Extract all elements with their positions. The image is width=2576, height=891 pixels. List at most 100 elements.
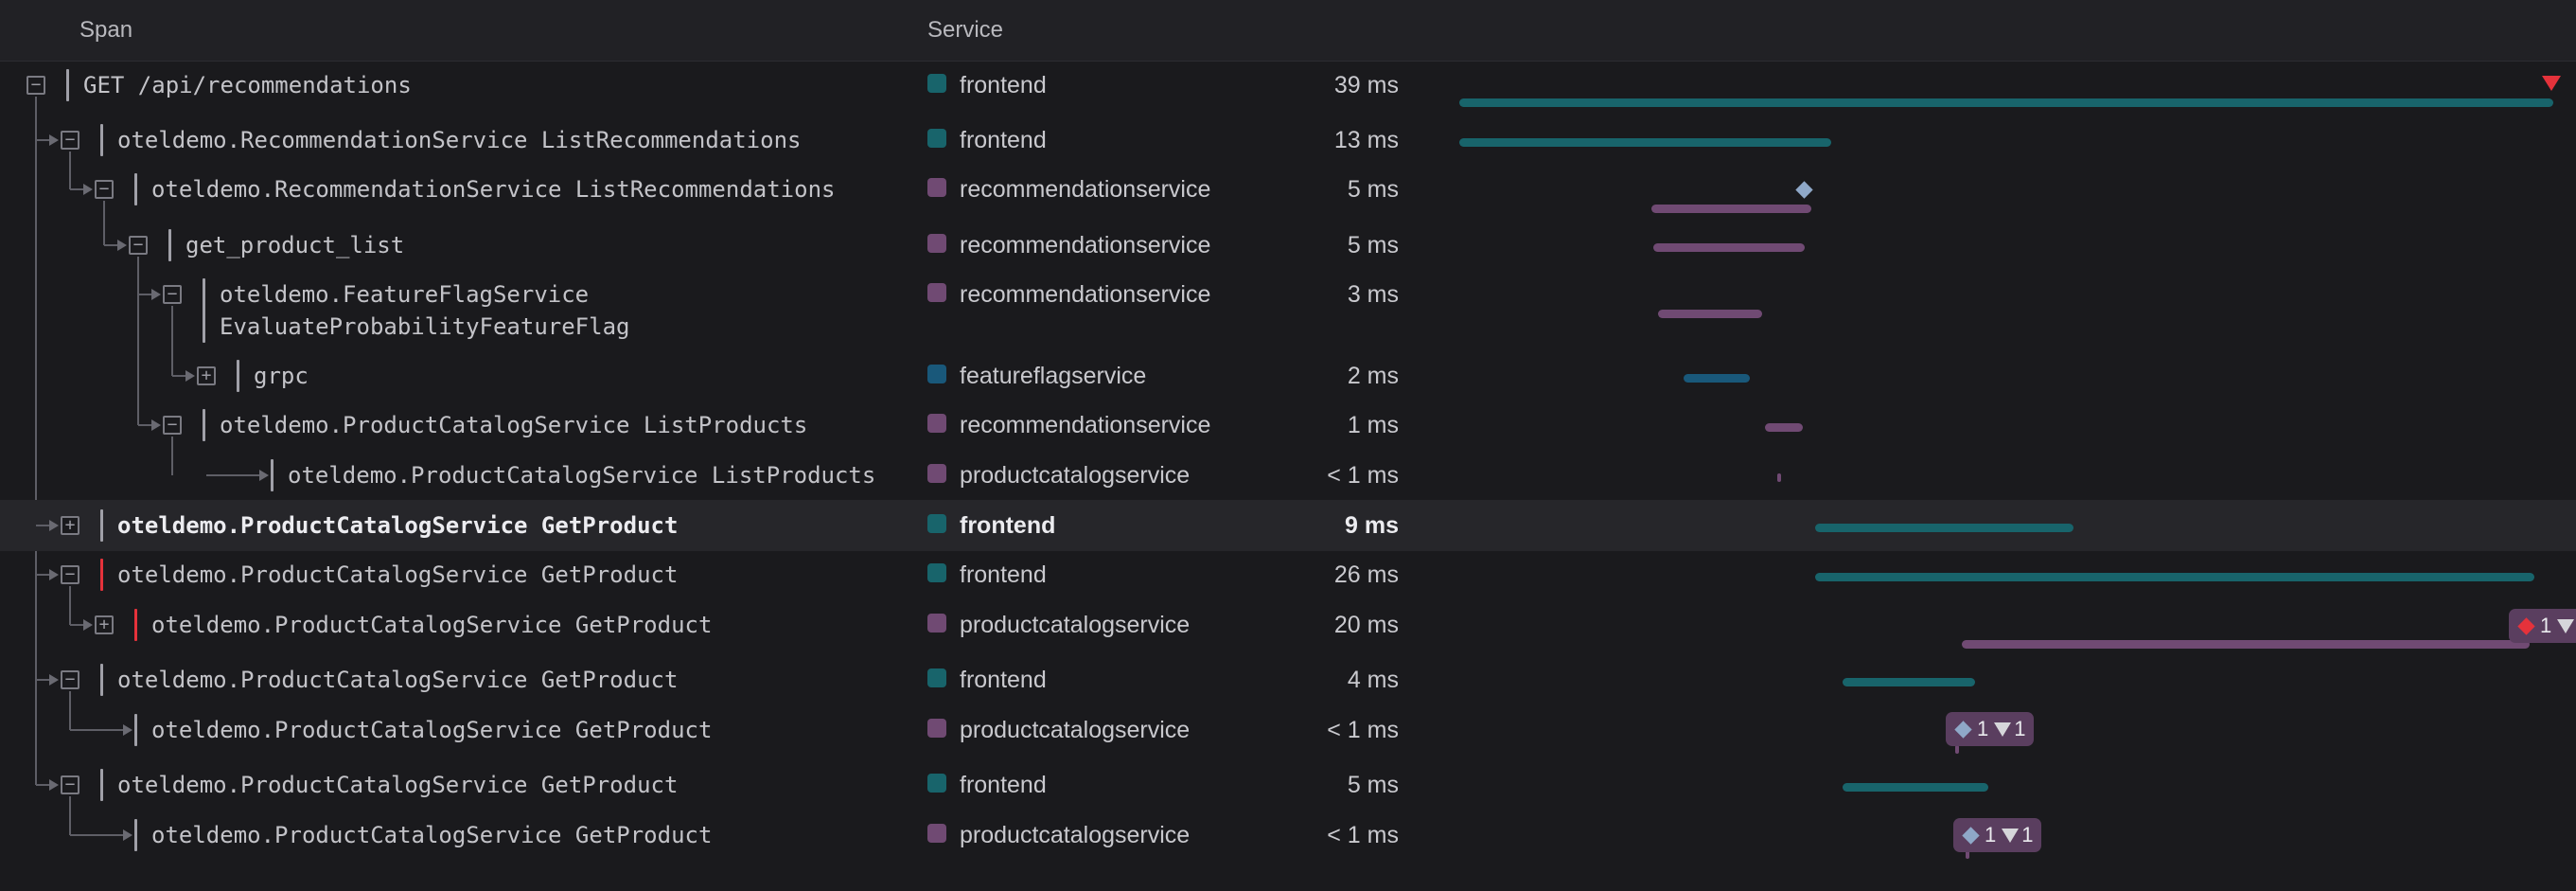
service-name: recommendationservice <box>960 281 1211 308</box>
span-name[interactable]: oteldemo.ProductCatalogService GetProduc… <box>117 664 678 696</box>
service-color-swatch <box>927 234 946 253</box>
span-indicator <box>134 714 137 746</box>
service-color-swatch <box>927 283 946 302</box>
service-color-swatch <box>927 774 946 793</box>
service-color-swatch <box>927 129 946 148</box>
span-name[interactable]: oteldemo.ProductCatalogService GetProduc… <box>117 769 678 801</box>
service-color-swatch <box>927 614 946 633</box>
service-name: frontend <box>960 667 1047 693</box>
span-duration: 5 ms <box>1347 176 1399 203</box>
collapse-icon[interactable]: − <box>26 76 45 95</box>
span-indicator <box>134 173 137 205</box>
span-duration-bar[interactable] <box>1843 783 1988 792</box>
span-duration: < 1 ms <box>1327 822 1399 848</box>
tree-connector <box>70 729 125 731</box>
span-duration-bar[interactable] <box>1459 138 1831 147</box>
span-indicator <box>100 769 103 801</box>
span-duration-bar[interactable] <box>1962 640 2530 649</box>
service-name: featureflagservice <box>960 363 1147 389</box>
span-duration-bar[interactable] <box>1815 573 2534 581</box>
span-duration: < 1 ms <box>1327 462 1399 489</box>
span-name[interactable]: oteldemo.RecommendationService ListRecom… <box>151 173 835 205</box>
span-duration: 39 ms <box>1333 72 1399 98</box>
expand-icon[interactable]: + <box>95 615 114 634</box>
expand-icon[interactable]: + <box>197 366 216 385</box>
span-duration-bar[interactable] <box>1777 473 1781 482</box>
span-duration-bar[interactable] <box>1843 678 1975 686</box>
span-name[interactable]: oteldemo.ProductCatalogService ListProdu… <box>220 409 807 441</box>
collapse-icon[interactable]: − <box>163 416 182 435</box>
span-column-header[interactable]: Span <box>79 17 132 44</box>
span-events-badge[interactable]: 1 <box>2509 609 2576 643</box>
span-name[interactable]: oteldemo.FeatureFlagService <box>220 278 589 311</box>
span-row[interactable] <box>0 350 2576 400</box>
span-duration: 4 ms <box>1347 667 1399 693</box>
span-name[interactable]: oteldemo.ProductCatalogService GetProduc… <box>117 559 678 591</box>
collapse-icon[interactable]: − <box>95 180 114 199</box>
tree-arrow-icon <box>49 674 59 686</box>
span-name-line2[interactable]: EvaluateProbabilityFeatureFlag <box>220 311 629 343</box>
collapse-icon[interactable]: − <box>61 670 79 689</box>
span-indicator <box>100 664 103 696</box>
span-duration: 2 ms <box>1347 363 1399 389</box>
span-events-badge[interactable]: 11 <box>1953 818 2041 852</box>
service-name: frontend <box>960 512 1056 539</box>
span-name[interactable]: get_product_list <box>185 229 404 261</box>
collapse-icon[interactable]: − <box>163 285 182 304</box>
span-indicator <box>100 509 103 542</box>
service-name: recommendationservice <box>960 412 1211 438</box>
tree-arrow-icon <box>83 184 93 195</box>
event-count: 1 <box>1977 717 1989 740</box>
span-duration-bar[interactable] <box>1765 423 1803 432</box>
span-duration-bar[interactable] <box>1955 745 1959 754</box>
tree-arrow-icon <box>185 370 195 382</box>
event-diamond-icon <box>1954 721 1972 739</box>
span-name[interactable]: oteldemo.ProductCatalogService GetProduc… <box>117 509 678 542</box>
error-marker-icon <box>2542 76 2561 91</box>
span-duration-bar[interactable] <box>1684 374 1750 383</box>
span-duration: 5 ms <box>1347 232 1399 258</box>
span-indicator <box>100 124 103 156</box>
span-name[interactable]: GET /api/recommendations <box>83 69 412 101</box>
span-duration: 13 ms <box>1333 127 1399 153</box>
span-duration: 5 ms <box>1347 772 1399 798</box>
event-diamond-icon <box>1962 827 1980 845</box>
span-name[interactable]: grpc <box>254 360 309 392</box>
collapse-icon[interactable]: − <box>129 236 148 255</box>
span-indicator <box>168 229 171 261</box>
span-name[interactable]: oteldemo.ProductCatalogService GetProduc… <box>151 714 712 746</box>
tree-arrow-icon <box>49 134 59 146</box>
span-duration: 1 ms <box>1347 412 1399 438</box>
service-color-swatch <box>927 178 946 197</box>
service-name: frontend <box>960 772 1047 798</box>
service-color-swatch <box>927 563 946 582</box>
span-duration-bar[interactable] <box>1653 243 1805 252</box>
span-indicator <box>66 69 69 101</box>
span-duration: 9 ms <box>1345 512 1399 539</box>
collapse-icon[interactable]: − <box>61 131 79 150</box>
service-color-swatch <box>927 668 946 687</box>
service-color-swatch <box>927 74 946 93</box>
tree-arrow-icon <box>49 520 59 531</box>
span-duration-bar[interactable] <box>1815 524 2073 532</box>
event-count: 1 <box>1985 823 1997 846</box>
span-events-badge[interactable]: 11 <box>1946 712 2034 746</box>
tree-arrow-icon <box>123 829 132 841</box>
span-duration-bar[interactable] <box>1651 205 1811 213</box>
service-color-swatch <box>927 365 946 383</box>
span-name[interactable]: oteldemo.ProductCatalogService ListProdu… <box>288 459 875 491</box>
collapse-icon[interactable]: − <box>61 565 79 584</box>
link-triangle-icon <box>1994 722 2012 737</box>
span-name[interactable]: oteldemo.ProductCatalogService GetProduc… <box>151 609 712 641</box>
span-name[interactable]: oteldemo.ProductCatalogService GetProduc… <box>151 819 712 851</box>
expand-icon[interactable]: + <box>61 516 79 535</box>
tree-arrow-icon <box>117 240 127 251</box>
collapse-icon[interactable]: − <box>61 775 79 794</box>
span-indicator <box>203 409 205 441</box>
span-name[interactable]: oteldemo.RecommendationService ListRecom… <box>117 124 801 156</box>
error-indicator <box>100 559 103 591</box>
span-duration-bar[interactable] <box>1658 310 1762 318</box>
tree-arrow-icon <box>83 619 93 631</box>
span-duration-bar[interactable] <box>1459 98 2553 107</box>
service-column-header[interactable]: Service <box>927 17 1003 44</box>
